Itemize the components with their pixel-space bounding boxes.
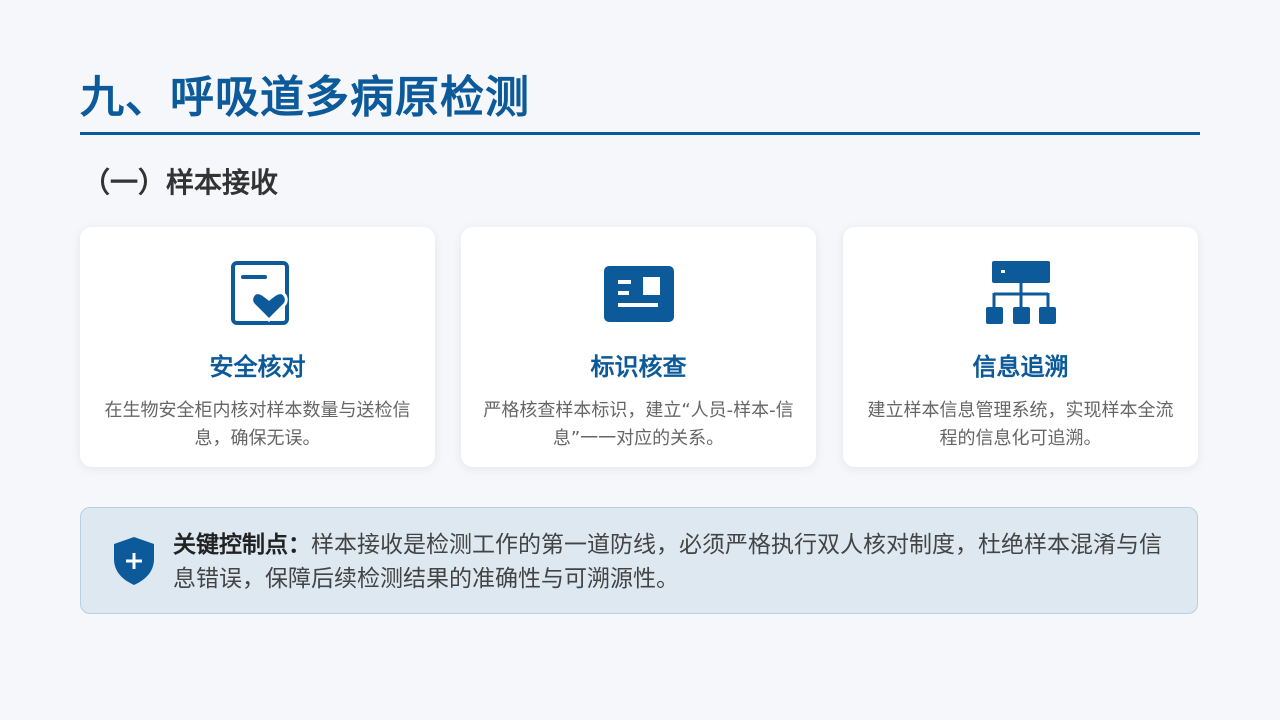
card-description: 建立样本信息管理系统，实现样本全流程的信息化可追溯。 [867,400,1174,449]
card-label-check: 标识核查 严格核查样本标识，建立“人员-样本-信息”一一对应的关系。 [461,227,816,467]
document-heart-icon [222,259,294,327]
callout-body: 样本接收是检测工作的第一道防线，必须严格执行双人核对制度，杜绝样本混淆与信息错误… [173,532,1162,592]
section-subtitle: （一）样本接收 [82,166,279,199]
page-title: 九、呼吸道多病原检测 [80,72,530,123]
callout-text: 关键控制点：样本接收是检测工作的第一道防线，必须严格执行双人核对制度，杜绝样本混… [173,528,1173,596]
card-safety-check: 安全核对 在生物安全柜内核对样本数量与送检信息，确保无误。 [80,227,435,467]
callout-label: 关键控制点： [173,532,311,558]
feature-cards: 安全核对 在生物安全柜内核对样本数量与送检信息，确保无误。 标识核查 严格核查样… [80,227,1198,467]
shield-plus-icon [111,535,157,587]
card-description: 在生物安全柜内核对样本数量与送检信息，确保无误。 [104,400,411,449]
card-title: 标识核查 [590,353,687,381]
key-control-point-callout: 关键控制点：样本接收是检测工作的第一道防线，必须严格执行双人核对制度，杜绝样本混… [80,507,1198,614]
card-traceability: 信息追溯 建立样本信息管理系统，实现样本全流程的信息化可追溯。 [843,227,1198,467]
slide: 九、呼吸道多病原检测 （一）样本接收 安全核对 在生物安全柜内核对样本数量与送检… [0,0,1280,720]
card-description: 严格核查样本标识，建立“人员-样本-信息”一一对应的关系。 [483,400,794,449]
card-title: 安全核对 [209,353,306,381]
card-title: 信息追溯 [972,353,1069,381]
title-divider [80,132,1200,135]
network-hierarchy-icon [985,259,1057,327]
id-card-icon [603,259,675,327]
